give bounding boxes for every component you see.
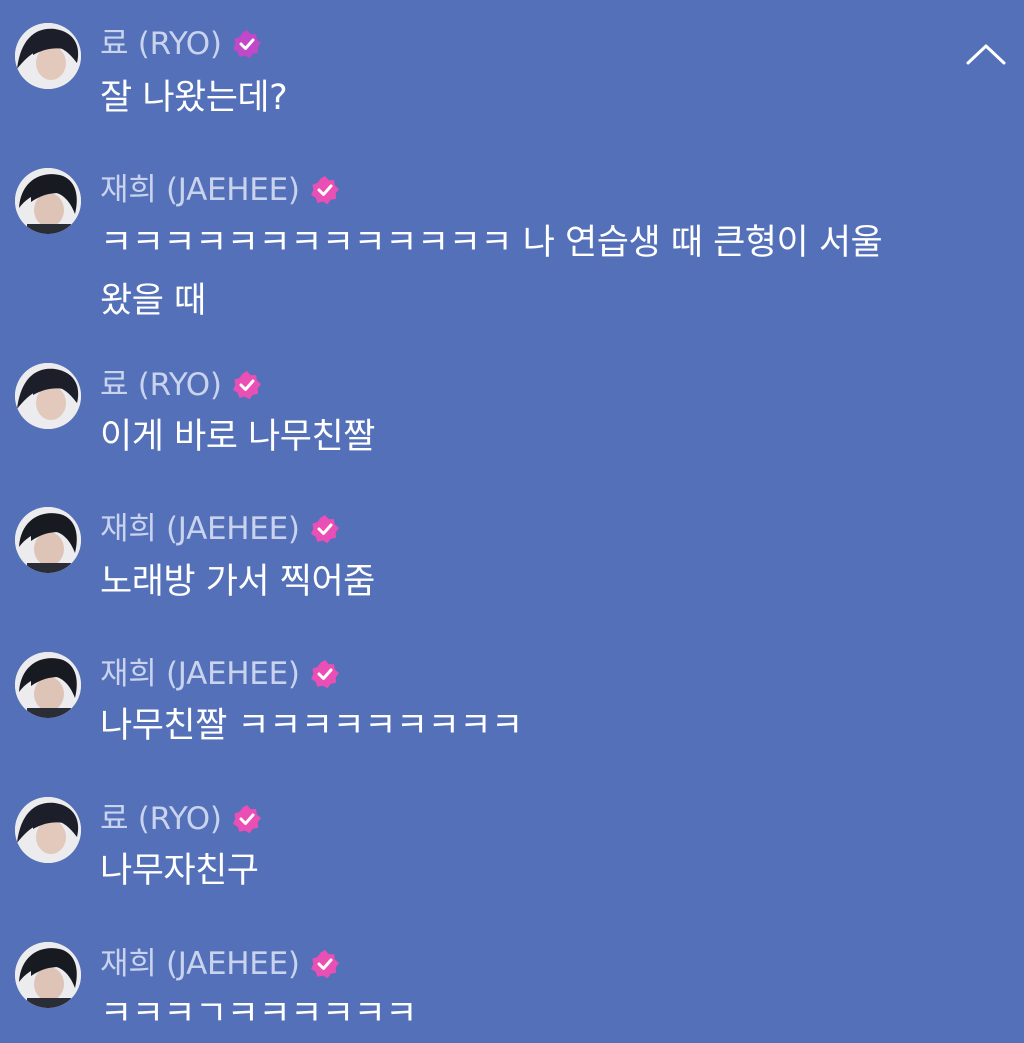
chevron-up-icon[interactable] [962, 36, 1010, 72]
sender-name: 료 (RYO) [100, 367, 222, 403]
message-text: 나무자친구 [100, 851, 259, 891]
message-text: 나무친짤 ㅋㅋㅋㅋㅋㅋㅋㅋㅋ [100, 706, 523, 746]
avatar[interactable] [15, 363, 81, 429]
message-text: 잘 나왔는데? [100, 78, 288, 118]
avatar[interactable] [15, 797, 81, 863]
message-text: ㅋㅋㅋㄱㅋㅋㅋㅋㅋㅋ [100, 994, 418, 1034]
sender-name: 료 (RYO) [100, 26, 222, 62]
message-text: 이게 바로 나무친짤 [100, 417, 375, 457]
message-text: 노래방 가서 찍어줌 [100, 562, 375, 602]
verified-badge-icon [232, 370, 262, 400]
message-text: ㅋㅋㅋㅋㅋㅋㅋㅋㅋㅋㅋㅋㅋ 나 연습생 때 큰형이 서울 왔을 때 [100, 223, 883, 321]
chat-feed: 료 (RYO) 잘 나왔는데? 재희 (JAEHEE) ㅋㅋㅋㅋㅋㅋㅋㅋㅋㅋㅋㅋ… [0, 0, 1024, 1042]
verified-badge-icon [232, 29, 262, 59]
sender-name: 재희 (JAEHEE) [100, 172, 300, 208]
sender-name: 재희 (JAEHEE) [100, 656, 300, 692]
verified-badge-icon [232, 804, 262, 834]
sender-name: 재희 (JAEHEE) [100, 946, 300, 982]
avatar[interactable] [15, 942, 81, 1008]
verified-badge-icon [310, 659, 340, 689]
sender-name: 료 (RYO) [100, 801, 222, 837]
avatar[interactable] [15, 23, 81, 89]
verified-badge-icon [310, 175, 340, 205]
verified-badge-icon [310, 514, 340, 544]
verified-badge-icon [310, 949, 340, 979]
avatar[interactable] [15, 168, 81, 234]
avatar[interactable] [15, 507, 81, 573]
sender-name: 재희 (JAEHEE) [100, 511, 300, 547]
avatar[interactable] [15, 652, 81, 718]
